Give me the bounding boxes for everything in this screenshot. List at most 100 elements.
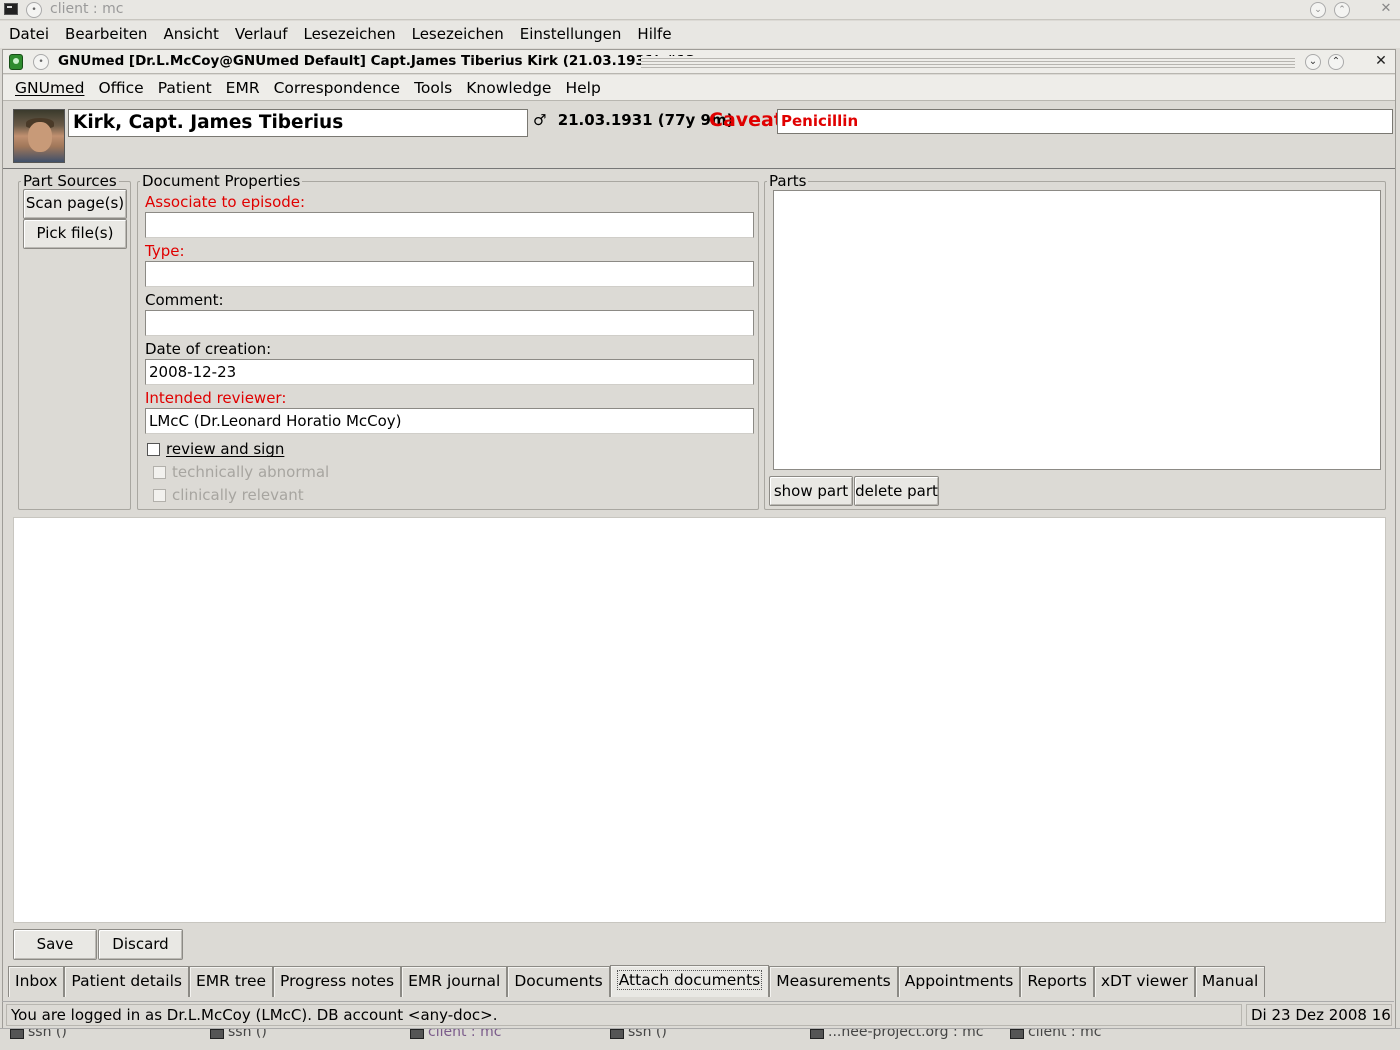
patient-name-field[interactable]: Kirk, Capt. James Tiberius bbox=[68, 109, 528, 137]
tab-label: Reports bbox=[1027, 972, 1087, 990]
close-icon[interactable]: ✕ bbox=[1378, 2, 1394, 18]
discard-button[interactable]: Discard bbox=[98, 929, 183, 960]
window-menu-icon[interactable]: • bbox=[26, 2, 42, 18]
menu-patient[interactable]: Patient bbox=[158, 75, 212, 100]
clinically-relevant-checkbox[interactable]: clinically relevant bbox=[153, 486, 304, 504]
taskbar-item[interactable]: ssh () bbox=[4, 1029, 200, 1050]
save-button[interactable]: Save bbox=[13, 929, 97, 960]
menu-hilfe[interactable]: Hilfe bbox=[637, 21, 679, 48]
tab-documents[interactable]: Documents bbox=[507, 966, 610, 997]
document-properties-legend: Document Properties bbox=[142, 172, 301, 190]
menu-lesezeichen-2[interactable]: Lesezeichen bbox=[412, 21, 512, 48]
show-part-button[interactable]: show part bbox=[769, 476, 853, 506]
pick-files-button[interactable]: Pick file(s) bbox=[23, 219, 127, 249]
relevant-label: clinically relevant bbox=[172, 486, 304, 504]
tab-label: Patient details bbox=[71, 972, 182, 990]
tab-label: Inbox bbox=[15, 972, 58, 990]
tab-label: Manual bbox=[1201, 972, 1259, 990]
status-datetime: Di 23 Dez 2008 16:0 bbox=[1246, 1004, 1392, 1026]
taskbar-item[interactable]: ssh () bbox=[604, 1029, 800, 1050]
abnormal-label: technically abnormal bbox=[172, 463, 330, 481]
tab-appointments[interactable]: Appointments bbox=[897, 966, 1021, 997]
tab-xdt-viewer[interactable]: xDT viewer bbox=[1093, 966, 1195, 997]
checkbox-icon[interactable] bbox=[147, 442, 160, 456]
patient-photo[interactable] bbox=[13, 109, 65, 163]
menu-emr[interactable]: EMR bbox=[226, 75, 260, 100]
plugin-tab-bar: Inbox Patient details EMR tree Progress … bbox=[8, 965, 1266, 997]
gnumed-close-icon[interactable]: ✕ bbox=[1373, 54, 1389, 70]
taskbar-item[interactable]: ...nee-project.org : mc bbox=[804, 1029, 1000, 1050]
caveat-label: Caveat bbox=[709, 109, 783, 131]
taskbar-item[interactable]: client : mc bbox=[404, 1029, 600, 1050]
gnumed-window-title: GNUmed [Dr.L.McCoy@GNUmed Default] Capt.… bbox=[58, 53, 696, 69]
comment-input[interactable] bbox=[145, 310, 754, 336]
menu-bearbeiten[interactable]: Bearbeiten bbox=[65, 21, 155, 48]
maximize-icon[interactable]: ⌃ bbox=[1334, 2, 1350, 18]
tab-progress-notes[interactable]: Progress notes bbox=[273, 966, 402, 997]
tab-label: Appointments bbox=[904, 972, 1014, 990]
tab-label: Attach documents bbox=[616, 970, 763, 990]
type-input[interactable] bbox=[145, 261, 754, 287]
status-bar: You are logged in as Dr.L.McCoy (LMcC). … bbox=[2, 1001, 1394, 1027]
menu-office[interactable]: Office bbox=[98, 75, 143, 100]
gender-icon: ♂ bbox=[533, 111, 547, 129]
menu-help[interactable]: Help bbox=[565, 75, 600, 100]
tab-label: Progress notes bbox=[280, 972, 395, 990]
menu-tools[interactable]: Tools bbox=[414, 75, 452, 100]
gnumed-window-menu-icon[interactable]: • bbox=[33, 54, 49, 70]
patient-bar: Kirk, Capt. James Tiberius ♂ 21.03.1931 … bbox=[11, 107, 1393, 167]
tab-label: EMR journal bbox=[408, 972, 501, 990]
tab-manual[interactable]: Manual bbox=[1194, 966, 1266, 997]
menu-verlauf[interactable]: Verlauf bbox=[235, 21, 296, 48]
title-bar-grip bbox=[641, 56, 1295, 68]
patient-dob-age: ♂ 21.03.1931 (77y 9m) bbox=[533, 111, 733, 129]
reviewer-label: Intended reviewer: bbox=[145, 389, 287, 407]
technically-abnormal-checkbox[interactable]: technically abnormal bbox=[153, 463, 329, 481]
reviewer-input[interactable]: LMcC (Dr.Leonard Horatio McCoy) bbox=[145, 408, 754, 434]
gnumed-maximize-icon[interactable]: ⌃ bbox=[1328, 54, 1344, 70]
gnumed-menu-bar: GNUmed Office Patient EMR Correspondence… bbox=[3, 75, 1395, 101]
terminal-icon bbox=[4, 3, 18, 15]
document-preview-area[interactable] bbox=[13, 517, 1386, 923]
tab-attach-documents[interactable]: Attach documents bbox=[609, 965, 770, 997]
tab-measurements[interactable]: Measurements bbox=[769, 966, 898, 997]
menu-lesezeichen[interactable]: Lesezeichen bbox=[303, 21, 403, 48]
menu-einstellungen[interactable]: Einstellungen bbox=[520, 21, 630, 48]
date-input[interactable]: 2008-12-23 bbox=[145, 359, 754, 385]
gnumed-minimize-icon[interactable]: ⌄ bbox=[1305, 54, 1321, 70]
tab-emr-journal[interactable]: EMR journal bbox=[401, 966, 508, 997]
tab-emr-tree[interactable]: EMR tree bbox=[188, 966, 274, 997]
review-sign-label: review and sign bbox=[166, 440, 285, 458]
date-label: Date of creation: bbox=[145, 340, 272, 358]
taskbar-item[interactable]: ssh () bbox=[204, 1029, 400, 1050]
comment-label: Comment: bbox=[145, 291, 224, 309]
menu-datei[interactable]: Datei bbox=[9, 21, 57, 48]
episode-input[interactable] bbox=[145, 212, 754, 238]
tab-inbox[interactable]: Inbox bbox=[8, 966, 65, 997]
dob-text: 21.03.1931 (77y 9m) bbox=[557, 111, 734, 129]
menu-ansicht[interactable]: Ansicht bbox=[163, 21, 226, 48]
menu-gnumed[interactable]: GNUmed bbox=[15, 75, 84, 100]
menu-knowledge[interactable]: Knowledge bbox=[466, 75, 551, 100]
part-sources-legend: Part Sources bbox=[23, 172, 117, 190]
gnumed-app-icon bbox=[9, 54, 23, 70]
menu-correspondence[interactable]: Correspondence bbox=[274, 75, 400, 100]
checkbox-icon[interactable] bbox=[153, 465, 166, 479]
taskbar-item[interactable]: client : mc bbox=[1004, 1029, 1200, 1050]
delete-part-button[interactable]: delete part bbox=[854, 476, 939, 506]
tab-reports[interactable]: Reports bbox=[1020, 966, 1094, 997]
outer-menu-bar: Datei Bearbeiten Ansicht Verlauf Lesezei… bbox=[0, 21, 1400, 48]
scan-pages-button[interactable]: Scan page(s) bbox=[23, 189, 127, 219]
tab-label: Measurements bbox=[776, 972, 891, 990]
minimize-icon[interactable]: ⌄ bbox=[1310, 2, 1326, 18]
episode-label: Associate to episode: bbox=[145, 193, 306, 211]
patient-bar-divider bbox=[3, 167, 1395, 169]
gnumed-title-bar: • GNUmed [Dr.L.McCoy@GNUmed Default] Cap… bbox=[3, 50, 1395, 74]
caveat-field[interactable]: Penicillin bbox=[777, 109, 1393, 134]
parts-list[interactable] bbox=[773, 190, 1381, 470]
checkbox-icon[interactable] bbox=[153, 488, 166, 502]
review-sign-checkbox[interactable]: review and sign bbox=[147, 440, 284, 458]
tab-patient-details[interactable]: Patient details bbox=[64, 966, 189, 997]
parts-legend: Parts bbox=[769, 172, 807, 190]
status-login-info: You are logged in as Dr.L.McCoy (LMcC). … bbox=[6, 1004, 1242, 1026]
